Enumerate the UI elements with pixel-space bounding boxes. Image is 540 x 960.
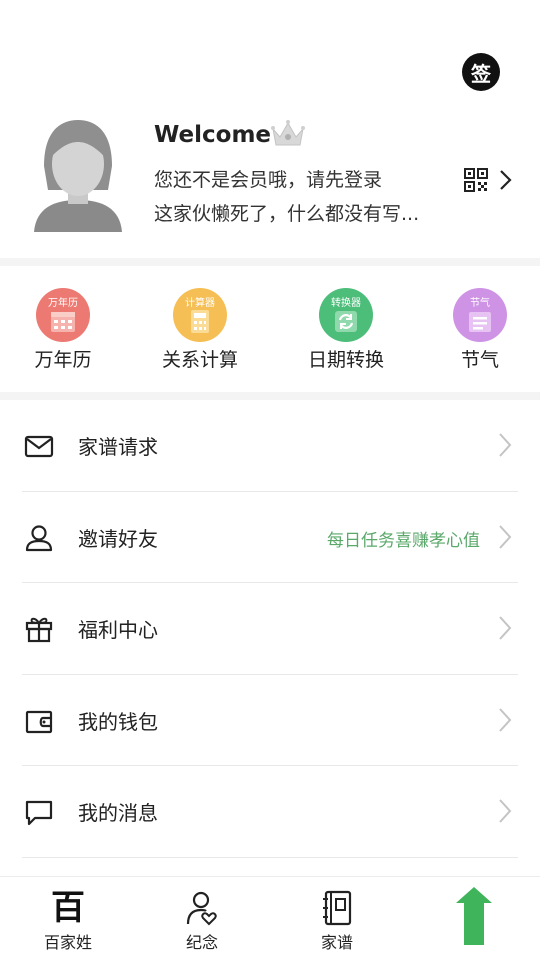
section-divider [0,258,540,266]
nav-label: 百家姓 [43,933,92,952]
user-icon [25,524,53,551]
daily-task-hint: 每日任务喜赚孝心值 [327,530,480,551]
tool-label: 日期转换 [307,349,384,371]
convert-icon: 转换器 [319,288,373,342]
nav-top[interactable] [424,887,524,945]
menu-item-label: 我的钱包 [78,709,158,734]
genealogy-icon [287,887,387,929]
nav-genealogy[interactable]: 家谱 [287,887,387,953]
surname-icon: 百 [51,888,85,928]
menu-item-welfare-center[interactable]: 福利中心 [22,583,518,675]
bottom-nav: 百 百家姓 纪念 家谱 [0,876,540,960]
gift-icon [25,617,53,643]
tool-relation-calc[interactable]: 计算器 关系计算 [135,288,265,372]
chevron-right-icon [499,433,512,457]
memorial-icon [152,887,252,929]
chevron-right-icon [499,616,512,640]
nav-label: 家谱 [320,933,353,952]
menu-item-label: 家谱请求 [78,435,158,459]
menu-item-label: 我的消息 [78,801,158,825]
chevron-right-icon [499,707,512,732]
up-arrow-icon [424,887,524,945]
user-bio: 这家伙懒死了，什么都没有写... [154,203,420,225]
menu-item-label: 福利中心 [78,618,158,642]
menu-item-label: 邀请好友 [78,526,158,551]
wallet-icon [25,710,53,733]
menu-item-wallet[interactable]: 我的钱包 [22,675,518,766]
chevron-right-icon [499,524,512,549]
avatar[interactable] [30,116,126,234]
menu-item-invite-friends[interactable]: 邀请好友 每日任务喜赚孝心值 [22,492,518,583]
section-divider [0,392,540,400]
welcome-title: Welcome [154,122,272,148]
crown-icon [271,120,305,146]
tool-label: 关系计算 [161,349,238,371]
qr-code-icon[interactable] [464,168,488,192]
mail-icon [24,435,54,458]
message-icon [25,800,53,826]
chevron-right-icon [499,799,512,823]
calendar-icon: 万年历 [36,288,90,342]
tool-label: 节气 [460,349,499,371]
menu-list: 家谱请求 邀请好友 每日任务喜赚孝心值 福利中心 我的钱包 我的消息 [0,400,540,858]
nav-surnames[interactable]: 百 百家姓 [18,887,118,953]
nav-label: 纪念 [185,933,218,952]
tool-solar-term[interactable]: 节气 节气 [415,288,540,372]
calculator-icon: 计算器 [173,288,227,342]
menu-item-genealogy-request[interactable]: 家谱请求 [22,400,518,492]
sign-in-button[interactable]: 签 [462,53,500,91]
solar-term-icon: 节气 [453,288,507,342]
tool-calendar[interactable]: 万年历 万年历 [0,288,128,372]
nav-memorial[interactable]: 纪念 [152,887,252,953]
menu-item-messages[interactable]: 我的消息 [22,766,518,858]
tool-label: 万年历 [34,349,92,371]
chevron-right-icon[interactable] [497,168,513,192]
tool-date-convert[interactable]: 转换器 日期转换 [281,288,411,372]
profile-header: 签 Welcome 您还不是会员哦，请先登录 这家伙懒死了，什么都没有写... [0,0,540,258]
login-prompt[interactable]: 您还不是会员哦，请先登录 [154,165,382,192]
tools-grid: 万年历 万年历 计算器 关系计算 转换器 日期转换 节气 节气 [0,266,540,392]
